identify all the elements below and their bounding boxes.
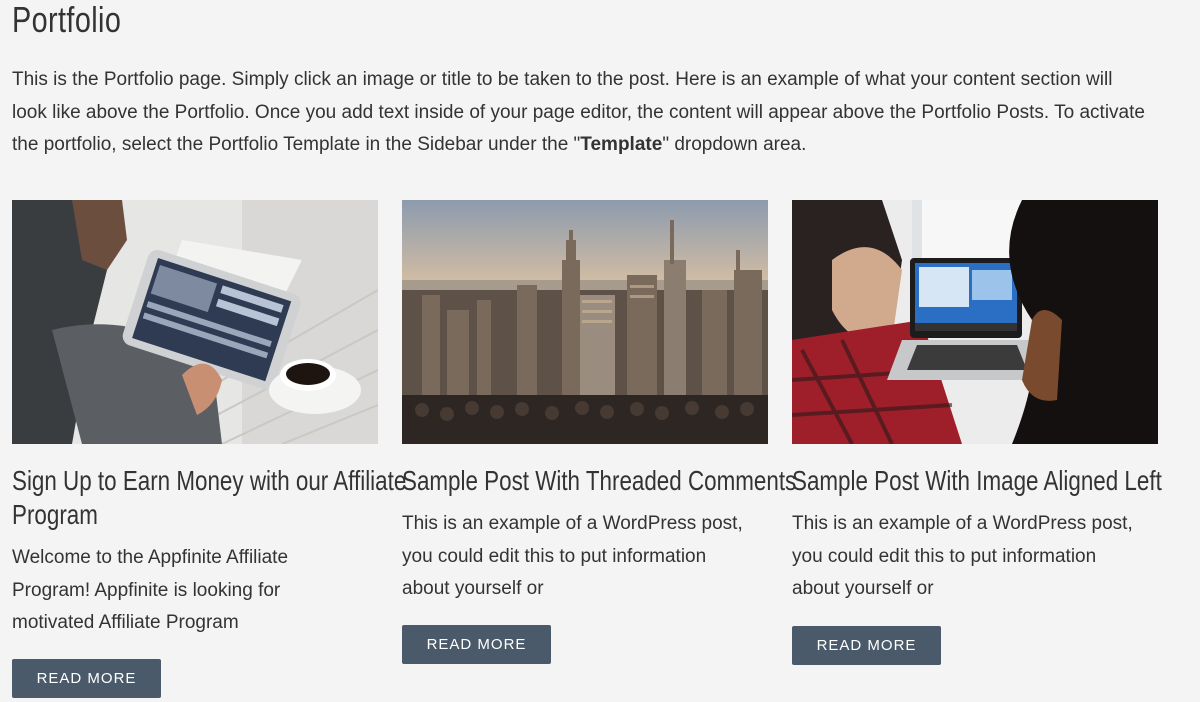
excerpt-line: This is an example of a WordPress post, xyxy=(792,513,1133,534)
excerpt-line: you could edit this to put information xyxy=(402,545,707,567)
read-more-button[interactable]: READ MORE xyxy=(792,626,941,665)
intro-line-start: the portfolio, select the Portfolio Temp… xyxy=(12,134,581,155)
portfolio-card: Sign Up to Earn Money with our Affiliate… xyxy=(12,200,406,698)
post-excerpt: Welcome to the Appfinite Affiliate Progr… xyxy=(12,542,392,640)
template-keyword: Template xyxy=(580,134,663,155)
excerpt-line: about yourself or xyxy=(792,578,934,599)
portfolio-card: Sample Post With Image Aligned Left This… xyxy=(792,200,1162,665)
post-thumbnail-link[interactable] xyxy=(402,200,768,444)
post-title-line: Sign Up to Earn Money with our Affiliate xyxy=(12,465,407,496)
post-excerpt: This is an example of a WordPress post, … xyxy=(402,508,782,606)
intro-line: the portfolio, select the Portfolio Temp… xyxy=(12,129,1200,162)
intro-line-end: " dropdown area. xyxy=(662,134,807,155)
post-title-link[interactable]: Sample Post With Image Aligned Left xyxy=(792,464,1162,498)
laptop-women-photo-icon xyxy=(792,200,1158,444)
intro-text: This is the Portfolio page. Simply click… xyxy=(12,64,1200,162)
portfolio-page: Portfolio This is the Portfolio page. Si… xyxy=(0,0,1200,702)
post-title-line: Sample Post With Image Aligned Left xyxy=(792,465,1162,496)
excerpt-line: you could edit this to put information xyxy=(792,545,1097,567)
excerpt-line: This is an example of a WordPress post, xyxy=(402,513,743,534)
read-more-button[interactable]: READ MORE xyxy=(12,659,161,698)
post-excerpt: This is an example of a WordPress post, … xyxy=(792,508,1172,606)
portfolio-card: Sample Post With Threaded Comments This … xyxy=(402,200,796,664)
post-thumbnail-link[interactable] xyxy=(792,200,1158,444)
post-title-line: Program xyxy=(12,499,98,530)
excerpt-line: Program! Appfinite is looking for xyxy=(12,579,281,601)
post-title-line: Sample Post With Threaded Comments xyxy=(402,465,797,496)
tablet-coffee-photo-icon xyxy=(12,200,378,444)
excerpt-line: Welcome to the Appfinite Affiliate xyxy=(12,547,289,568)
read-more-button[interactable]: READ MORE xyxy=(402,625,551,664)
city-skyline-photo-icon xyxy=(402,200,768,444)
excerpt-line: about yourself or xyxy=(402,578,544,599)
page-title: Portfolio xyxy=(12,0,122,40)
post-thumbnail-link[interactable] xyxy=(12,200,378,444)
intro-line: This is the Portfolio page. Simply click… xyxy=(12,69,1113,90)
excerpt-line: motivated Affiliate Program xyxy=(12,612,239,633)
post-title-link[interactable]: Sample Post With Threaded Comments xyxy=(402,464,797,498)
post-title-link[interactable]: Sign Up to Earn Money with our Affiliate… xyxy=(12,464,407,532)
intro-line: look like above the Portfolio. Once you … xyxy=(12,101,1145,123)
